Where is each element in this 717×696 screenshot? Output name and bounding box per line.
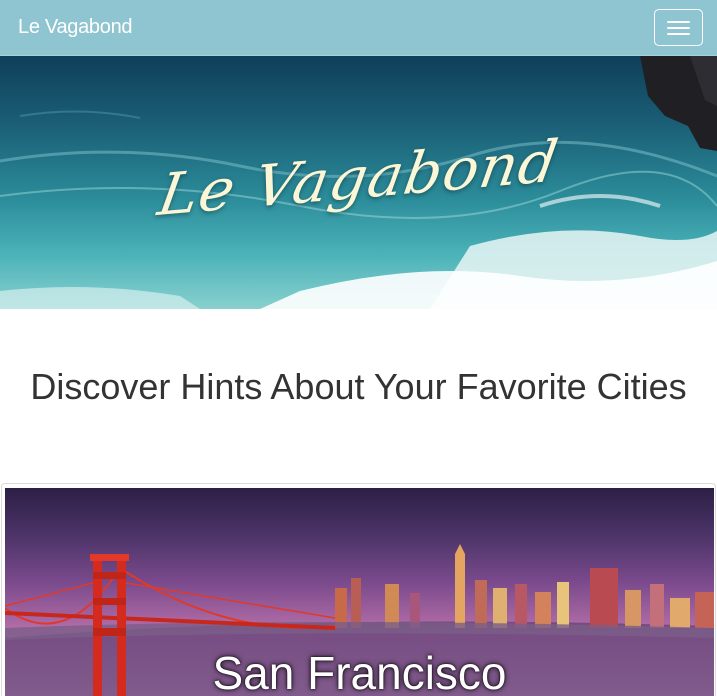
hero-banner: Le Vagabond	[0, 56, 717, 309]
navbar-toggle-button[interactable]	[654, 9, 703, 46]
hamburger-menu-icon	[667, 32, 690, 35]
city-card-image: San Francisco	[5, 488, 714, 696]
navbar-brand[interactable]: Le Vagabond	[18, 16, 133, 39]
page-headline: Discover Hints About Your Favorite Citie…	[30, 366, 687, 407]
navbar: Le Vagabond	[0, 0, 717, 56]
hamburger-menu-icon	[667, 26, 690, 29]
city-card[interactable]: San Francisco	[1, 483, 716, 696]
hamburger-menu-icon	[667, 20, 690, 23]
city-title: San Francisco	[212, 647, 507, 696]
